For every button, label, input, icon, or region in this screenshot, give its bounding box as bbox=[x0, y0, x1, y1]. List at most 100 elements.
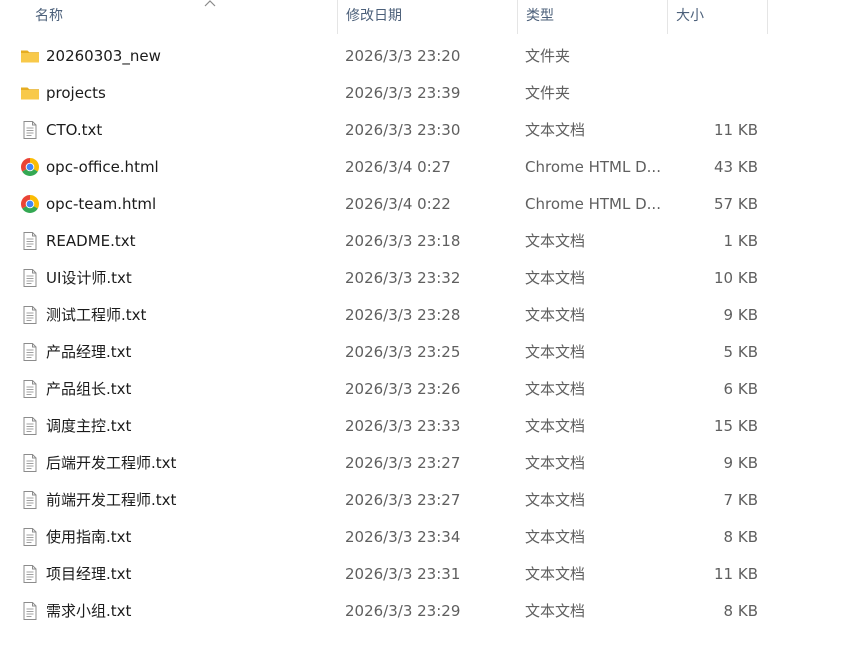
column-header-size-label: 大小 bbox=[676, 8, 704, 24]
file-size bbox=[668, 38, 758, 75]
file-modified-date: 2026/3/3 23:34 bbox=[345, 528, 461, 546]
file-name: 产品组长.txt bbox=[46, 380, 132, 398]
file-row[interactable]: opc-office.html 2026/3/4 0:27 Chrome HTM… bbox=[0, 149, 854, 186]
file-size: 43 KB bbox=[714, 158, 758, 176]
file-name: 前端开发工程师.txt bbox=[46, 491, 177, 509]
file-name: projects bbox=[46, 84, 106, 102]
text-file-icon bbox=[20, 564, 40, 584]
chrome-icon bbox=[20, 157, 40, 177]
file-size: 15 KB bbox=[714, 417, 758, 435]
file-name: 使用指南.txt bbox=[46, 528, 132, 546]
file-type: 文本文档 bbox=[525, 454, 586, 472]
file-modified-date: 2026/3/3 23:31 bbox=[345, 565, 461, 583]
file-modified-date: 2026/3/3 23:39 bbox=[345, 84, 461, 102]
file-type: 文本文档 bbox=[525, 306, 586, 324]
text-file-icon bbox=[20, 527, 40, 547]
file-size: 1 KB bbox=[723, 232, 758, 250]
text-file-icon bbox=[20, 342, 40, 362]
file-type: 文本文档 bbox=[525, 380, 586, 398]
column-header-type[interactable]: 类型 bbox=[518, 0, 668, 34]
text-file-icon bbox=[20, 490, 40, 510]
text-file-icon bbox=[20, 379, 40, 399]
file-modified-date: 2026/3/3 23:25 bbox=[345, 343, 461, 361]
column-header-size[interactable]: 大小 bbox=[668, 0, 768, 34]
file-modified-date: 2026/3/3 23:28 bbox=[345, 306, 461, 324]
text-file-icon bbox=[20, 120, 40, 140]
file-modified-date: 2026/3/3 23:30 bbox=[345, 121, 461, 139]
file-row[interactable]: README.txt 2026/3/3 23:18 文本文档 1 KB bbox=[0, 223, 854, 260]
file-name: 产品经理.txt bbox=[46, 343, 132, 361]
file-row[interactable]: 产品组长.txt 2026/3/3 23:26 文本文档 6 KB bbox=[0, 371, 854, 408]
file-modified-date: 2026/3/3 23:26 bbox=[345, 380, 461, 398]
folder-icon bbox=[20, 46, 40, 66]
file-row[interactable]: 调度主控.txt 2026/3/3 23:33 文本文档 15 KB bbox=[0, 408, 854, 445]
file-type: 文本文档 bbox=[525, 565, 586, 583]
file-size: 10 KB bbox=[714, 269, 758, 287]
file-row[interactable]: 后端开发工程师.txt 2026/3/3 23:27 文本文档 9 KB bbox=[0, 445, 854, 482]
text-file-icon bbox=[20, 305, 40, 325]
column-header-name[interactable]: 名称 bbox=[27, 0, 338, 34]
file-modified-date: 2026/3/4 0:22 bbox=[345, 195, 451, 213]
file-type: 文本文档 bbox=[525, 343, 586, 361]
file-name: 20260303_new bbox=[46, 47, 161, 65]
file-size: 11 KB bbox=[714, 121, 758, 139]
file-size: 8 KB bbox=[723, 602, 758, 620]
file-row[interactable]: CTO.txt 2026/3/3 23:30 文本文档 11 KB bbox=[0, 112, 854, 149]
file-name: 项目经理.txt bbox=[46, 565, 132, 583]
file-type: 文本文档 bbox=[525, 232, 586, 250]
file-size: 5 KB bbox=[723, 343, 758, 361]
file-name: README.txt bbox=[46, 232, 136, 250]
file-size: 6 KB bbox=[723, 380, 758, 398]
column-header-modified[interactable]: 修改日期 bbox=[338, 0, 518, 34]
file-size: 8 KB bbox=[723, 528, 758, 546]
file-size: 11 KB bbox=[714, 565, 758, 583]
column-header-bar: 名称 修改日期 类型 大小 bbox=[0, 0, 854, 34]
file-name: 调度主控.txt bbox=[46, 417, 132, 435]
file-type: 文本文档 bbox=[525, 269, 586, 287]
text-file-icon bbox=[20, 268, 40, 288]
file-modified-date: 2026/3/3 23:33 bbox=[345, 417, 461, 435]
file-modified-date: 2026/3/3 23:27 bbox=[345, 491, 461, 509]
file-size: 7 KB bbox=[723, 491, 758, 509]
file-name: 后端开发工程师.txt bbox=[46, 454, 177, 472]
text-file-icon bbox=[20, 453, 40, 473]
file-modified-date: 2026/3/4 0:27 bbox=[345, 158, 451, 176]
file-size: 9 KB bbox=[723, 454, 758, 472]
file-row[interactable]: 20260303_new 2026/3/3 23:20 文件夹 bbox=[0, 38, 854, 75]
file-name: UI设计师.txt bbox=[46, 269, 132, 287]
file-type: 文本文档 bbox=[525, 417, 586, 435]
file-type: Chrome HTML D... bbox=[525, 195, 661, 213]
file-modified-date: 2026/3/3 23:32 bbox=[345, 269, 461, 287]
column-header-modified-label: 修改日期 bbox=[346, 8, 402, 24]
file-name: 测试工程师.txt bbox=[46, 306, 147, 324]
file-modified-date: 2026/3/3 23:20 bbox=[345, 47, 461, 65]
file-row[interactable]: 产品经理.txt 2026/3/3 23:25 文本文档 5 KB bbox=[0, 334, 854, 371]
chrome-icon bbox=[20, 194, 40, 214]
text-file-icon bbox=[20, 601, 40, 621]
file-size: 9 KB bbox=[723, 306, 758, 324]
file-modified-date: 2026/3/3 23:18 bbox=[345, 232, 461, 250]
file-row[interactable]: 使用指南.txt 2026/3/3 23:34 文本文档 8 KB bbox=[0, 519, 854, 556]
column-header-type-label: 类型 bbox=[526, 8, 554, 24]
file-name: 需求小组.txt bbox=[46, 602, 132, 620]
file-name: opc-team.html bbox=[46, 195, 157, 213]
file-type: 文本文档 bbox=[525, 528, 586, 546]
text-file-icon bbox=[20, 416, 40, 436]
file-row[interactable]: UI设计师.txt 2026/3/3 23:32 文本文档 10 KB bbox=[0, 260, 854, 297]
file-row[interactable]: 项目经理.txt 2026/3/3 23:31 文本文档 11 KB bbox=[0, 556, 854, 593]
file-row[interactable]: projects 2026/3/3 23:39 文件夹 bbox=[0, 75, 854, 112]
file-row[interactable]: 测试工程师.txt 2026/3/3 23:28 文本文档 9 KB bbox=[0, 297, 854, 334]
file-type: 文件夹 bbox=[525, 84, 571, 102]
file-type: 文本文档 bbox=[525, 602, 586, 620]
file-size: 57 KB bbox=[714, 195, 758, 213]
column-header-name-label: 名称 bbox=[35, 8, 63, 24]
file-type: 文件夹 bbox=[525, 47, 571, 65]
file-row[interactable]: 需求小组.txt 2026/3/3 23:29 文本文档 8 KB bbox=[0, 593, 854, 630]
file-row[interactable]: opc-team.html 2026/3/4 0:22 Chrome HTML … bbox=[0, 186, 854, 223]
file-type: 文本文档 bbox=[525, 491, 586, 509]
file-name: opc-office.html bbox=[46, 158, 159, 176]
file-row[interactable]: 前端开发工程师.txt 2026/3/3 23:27 文本文档 7 KB bbox=[0, 482, 854, 519]
file-type: 文本文档 bbox=[525, 121, 586, 139]
text-file-icon bbox=[20, 231, 40, 251]
folder-icon bbox=[20, 83, 40, 103]
